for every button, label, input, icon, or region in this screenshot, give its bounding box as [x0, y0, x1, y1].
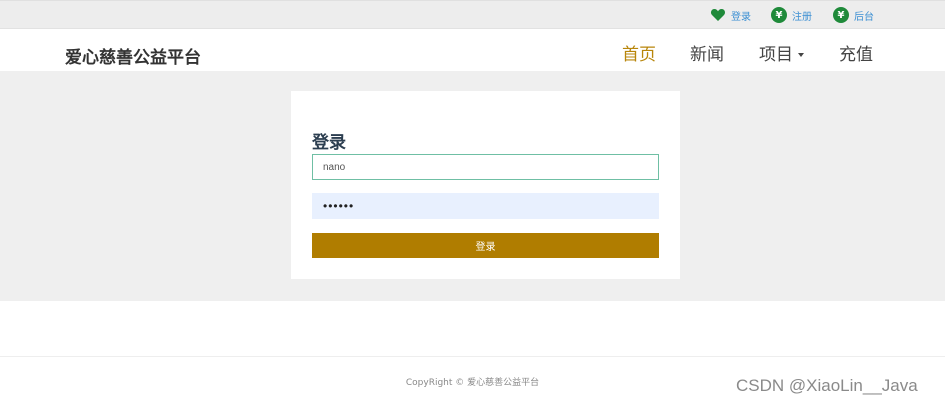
top-admin-label: 后台: [854, 11, 874, 23]
site-brand[interactable]: 爱心慈善公益平台: [65, 43, 201, 68]
top-admin-link[interactable]: ¥ 后台: [833, 5, 874, 25]
main-content: 登录 nano •••••• 登录: [0, 71, 945, 301]
top-register-link[interactable]: ¥ 注册: [771, 5, 812, 25]
top-login-label: 登录: [731, 11, 751, 23]
login-submit-button[interactable]: 登录: [312, 233, 659, 258]
nav-item-projects-label: 项目: [759, 45, 793, 65]
nav-item-recharge[interactable]: 充值: [839, 40, 873, 65]
top-utility-bar: 登录 ¥ 注册 ¥ 后台: [0, 0, 945, 29]
password-input[interactable]: ••••••: [312, 193, 659, 219]
footer-divider: [0, 356, 945, 357]
login-card: 登录 nano •••••• 登录: [291, 91, 680, 279]
top-login-link[interactable]: 登录: [710, 5, 751, 25]
csdn-watermark: CSDN @XiaoLin__Java: [736, 376, 918, 395]
yen-icon: ¥: [771, 7, 787, 23]
main-navbar: 爱心慈善公益平台 首页 新闻 项目 充值: [0, 29, 945, 71]
heart-icon: [710, 9, 726, 21]
nav-item-projects[interactable]: 项目: [759, 40, 804, 65]
yen-icon: ¥: [833, 7, 849, 23]
nav-item-home[interactable]: 首页: [622, 40, 656, 65]
nav-item-news[interactable]: 新闻: [690, 40, 724, 65]
username-input[interactable]: nano: [312, 154, 659, 180]
top-register-label: 注册: [792, 11, 812, 23]
caret-down-icon: [798, 53, 804, 57]
login-title: 登录: [312, 133, 346, 153]
